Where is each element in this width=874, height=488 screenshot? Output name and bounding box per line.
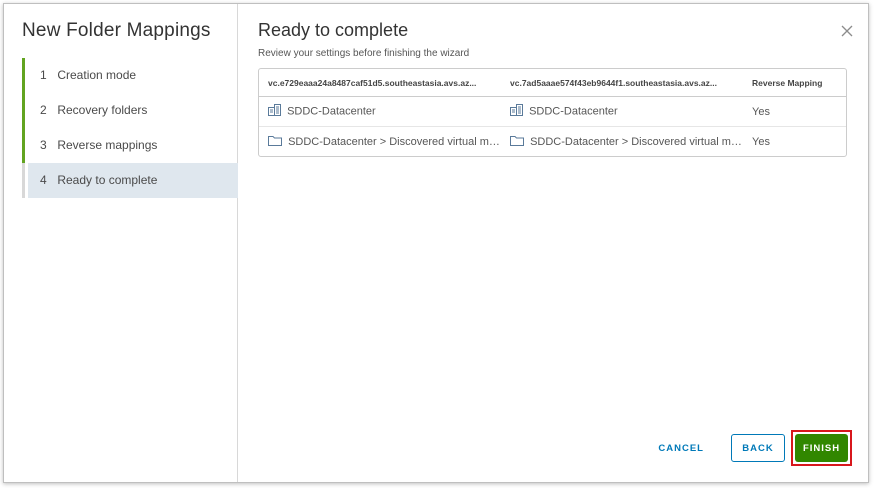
step-number: 2 — [40, 103, 47, 117]
finish-button[interactable]: FINISH — [795, 434, 848, 462]
step-reverse-mappings[interactable]: 3 Reverse mappings — [22, 128, 238, 163]
table-row: SDDC-Datacenter SDDC-Datacenter Yes — [259, 96, 846, 126]
step-creation-mode[interactable]: 1 Creation mode — [22, 58, 238, 93]
datacenter-icon — [510, 104, 523, 119]
wizard-steps: 1 Creation mode 2 Recovery folders 3 Rev… — [22, 58, 238, 198]
target-name: SDDC-Datacenter > Discovered virtual mac… — [530, 135, 743, 148]
table-row: SDDC-Datacenter > Discovered virtual mac… — [259, 126, 846, 156]
cell-reverse: Yes — [752, 105, 770, 118]
back-button[interactable]: BACK — [731, 434, 785, 462]
cancel-button[interactable]: CANCEL — [647, 434, 715, 462]
summary-table: vc.e729eaaa24a8487caf51d5.southeastasia.… — [258, 68, 847, 157]
step-number: 4 — [40, 173, 47, 187]
cell-source: SDDC-Datacenter > Discovered virtual mac… — [259, 135, 501, 149]
step-ready-to-complete[interactable]: 4 Ready to complete — [22, 163, 238, 198]
wizard-sidebar: New Folder Mappings 1 Creation mode 2 Re… — [4, 4, 238, 482]
wizard-main: Ready to complete Review your settings b… — [238, 4, 868, 482]
source-name: SDDC-Datacenter > Discovered virtual mac… — [288, 135, 501, 148]
table-header: vc.e729eaaa24a8487caf51d5.southeastasia.… — [259, 69, 846, 96]
step-label: Reverse mappings — [57, 138, 158, 152]
column-header-reverse[interactable]: Reverse Mapping — [743, 78, 846, 88]
step-recovery-folders[interactable]: 2 Recovery folders — [22, 93, 238, 128]
folder-icon — [268, 135, 282, 149]
finish-highlight: FINISH — [791, 430, 852, 466]
cell-target: SDDC-Datacenter — [501, 104, 743, 119]
step-number: 1 — [40, 68, 47, 82]
wizard-footer: CANCEL BACK FINISH — [647, 430, 852, 466]
column-header-source[interactable]: vc.e729eaaa24a8487caf51d5.southeastasia.… — [259, 78, 501, 88]
source-name: SDDC-Datacenter — [287, 105, 376, 118]
column-header-target[interactable]: vc.7ad5aaae574f43eb9644f1.southeastasia.… — [501, 78, 743, 88]
close-icon[interactable] — [840, 24, 854, 38]
step-label: Recovery folders — [57, 103, 148, 117]
step-number: 3 — [40, 138, 47, 152]
step-label: Creation mode — [57, 68, 137, 82]
wizard-dialog: New Folder Mappings 1 Creation mode 2 Re… — [3, 3, 869, 483]
cell-source: SDDC-Datacenter — [259, 104, 501, 119]
cell-reverse: Yes — [752, 135, 770, 148]
folder-icon — [510, 135, 524, 149]
page-title: Ready to complete — [258, 20, 409, 40]
step-label: Ready to complete — [57, 173, 158, 187]
wizard-title: New Folder Mappings — [22, 20, 211, 41]
target-name: SDDC-Datacenter — [529, 105, 618, 118]
page-subtitle: Review your settings before finishing th… — [258, 48, 470, 59]
cell-target: SDDC-Datacenter > Discovered virtual mac… — [501, 135, 743, 149]
datacenter-icon — [268, 104, 281, 119]
